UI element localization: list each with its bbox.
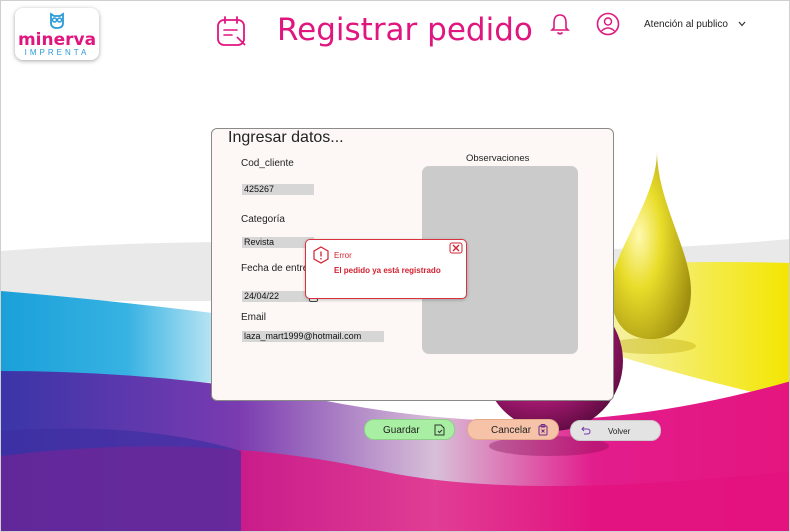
page-title: Registrar pedido	[277, 12, 533, 48]
brand-subtitle: IMPRENTA	[24, 48, 90, 57]
dialog-message: El pedido ya está registrado	[334, 266, 441, 275]
brand-logo[interactable]: minerva IMPRENTA	[15, 8, 99, 60]
fecha-entrega-field[interactable]: 24/04/22	[242, 291, 310, 302]
observaciones-label: Observaciones	[466, 153, 530, 164]
form-heading: Ingresar datos...	[228, 129, 344, 146]
warning-icon	[313, 246, 329, 264]
user-avatar-icon[interactable]	[596, 12, 620, 36]
categoria-label: Categoría	[241, 214, 285, 225]
back-button[interactable]: Volver	[570, 420, 661, 441]
dialog-title: Error	[334, 251, 352, 260]
cancel-button-label: Cancelar	[491, 425, 532, 436]
notification-bell-icon[interactable]	[549, 12, 571, 36]
fecha-entrega-label: Fecha de entre	[241, 263, 309, 274]
chevron-down-icon[interactable]	[738, 21, 746, 27]
error-dialog: Error El pedido ya está registrado	[305, 239, 467, 299]
app-window: minerva IMPRENTA Registrar pedido Atenci…	[0, 0, 790, 532]
brand-name: minerva	[17, 30, 97, 50]
owl-icon	[50, 12, 64, 29]
categoria-select[interactable]: Revista	[242, 237, 314, 248]
save-button-label: Guardar	[383, 425, 420, 436]
user-role-label[interactable]: Atención al publico	[644, 19, 728, 30]
back-button-label: Volver	[608, 427, 631, 436]
save-file-icon	[434, 424, 445, 436]
cod-cliente-field[interactable]: 425267	[242, 184, 314, 195]
email-label: Email	[241, 312, 267, 323]
save-button[interactable]: Guardar	[364, 419, 455, 440]
email-field[interactable]: laza_mart1999@hotmail.com	[242, 331, 384, 342]
clipboard-cancel-icon	[538, 424, 548, 436]
close-icon[interactable]	[449, 242, 463, 254]
cancel-button[interactable]: Cancelar	[467, 419, 559, 440]
order-form-icon	[217, 16, 246, 46]
undo-arrow-icon	[581, 426, 591, 435]
cod-cliente-label: Cod_cliente	[241, 158, 294, 169]
